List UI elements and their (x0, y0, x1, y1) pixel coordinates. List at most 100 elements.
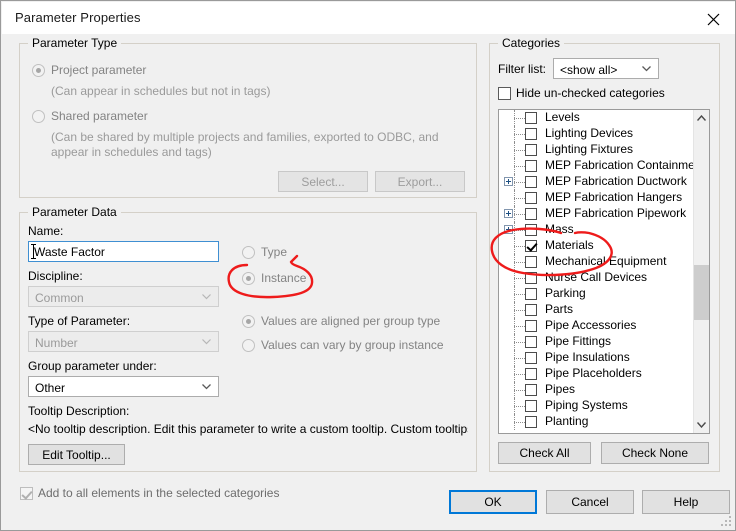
category-row[interactable]: Mass (499, 222, 695, 238)
title-bar: Parameter Properties (2, 2, 735, 34)
category-checkbox[interactable] (525, 160, 537, 172)
close-glyph (707, 13, 720, 26)
category-row[interactable]: Parking (499, 286, 695, 302)
category-row[interactable]: Lighting Devices (499, 126, 695, 142)
category-row[interactable]: Piping Systems (499, 398, 695, 414)
category-checkbox[interactable] (525, 336, 537, 348)
category-row[interactable]: MEP Fabrication Hangers (499, 190, 695, 206)
tree-connector-icon (502, 222, 525, 238)
radio-dot (242, 246, 255, 259)
cancel-button[interactable]: Cancel (546, 490, 634, 514)
category-checkbox[interactable] (525, 272, 537, 284)
categories-scrollbar[interactable] (693, 110, 709, 433)
window-title: Parameter Properties (15, 10, 141, 25)
category-checkbox[interactable] (525, 416, 537, 428)
resize-grip[interactable] (719, 514, 731, 526)
category-row[interactable]: Pipe Accessories (499, 318, 695, 334)
category-checkbox[interactable] (525, 256, 537, 268)
category-row[interactable]: Lighting Fixtures (499, 142, 695, 158)
category-checkbox[interactable] (525, 192, 537, 204)
ok-button[interactable]: OK (449, 490, 537, 514)
category-row[interactable]: Pipes (499, 382, 695, 398)
radio-project-parameter-label: Project parameter (51, 63, 147, 77)
tree-connector-icon (502, 142, 525, 158)
export-button[interactable]: Export... (375, 171, 465, 192)
tree-connector-icon (502, 382, 525, 398)
scroll-down-icon[interactable] (694, 417, 709, 433)
category-row[interactable]: Nurse Call Devices (499, 270, 695, 286)
category-checkbox[interactable] (525, 400, 537, 412)
category-checkbox[interactable] (525, 128, 537, 140)
tree-connector-icon (502, 270, 525, 286)
category-row[interactable]: Pipe Insulations (499, 350, 695, 366)
category-checkbox[interactable] (525, 240, 537, 252)
category-row[interactable]: MEP Fabrication Ductwork (499, 174, 695, 190)
tooltip-description-label: Tooltip Description: (28, 404, 130, 418)
category-label: Parts (545, 302, 574, 316)
category-row[interactable]: Materials (499, 238, 695, 254)
close-icon[interactable] (691, 2, 735, 34)
category-label: Pipe Fittings (545, 334, 612, 348)
scrollbar-thumb[interactable] (694, 265, 709, 320)
tree-connector-icon (502, 238, 525, 254)
tree-connector-icon (502, 126, 525, 142)
filter-list-value: <show all> (560, 63, 618, 77)
radio-values-vary-label: Values can vary by group instance (261, 338, 444, 352)
checkbox-box (20, 487, 33, 500)
category-checkbox[interactable] (525, 304, 537, 316)
category-label: Mechanical Equipment (545, 254, 667, 268)
filter-list-select[interactable]: <show all> (553, 58, 659, 79)
category-checkbox[interactable] (525, 224, 537, 236)
category-checkbox[interactable] (525, 352, 537, 364)
category-checkbox[interactable] (525, 368, 537, 380)
category-label: Pipes (545, 382, 576, 396)
category-checkbox[interactable] (525, 320, 537, 332)
radio-type-label: Type (261, 245, 288, 259)
expand-node-icon[interactable] (504, 209, 513, 218)
category-label: Pipe Placeholders (545, 366, 642, 380)
radio-dot (242, 315, 255, 328)
help-button[interactable]: Help (642, 490, 730, 514)
category-row[interactable]: Parts (499, 302, 695, 318)
category-row[interactable]: Mechanical Equipment (499, 254, 695, 270)
category-label: Pipe Accessories (545, 318, 637, 332)
tree-connector-icon (502, 350, 525, 366)
category-checkbox[interactable] (525, 384, 537, 396)
category-row[interactable]: Planting (499, 414, 695, 430)
filter-list-label: Filter list: (498, 62, 546, 76)
chevron-down-icon (642, 66, 651, 72)
category-row[interactable]: Pipe Fittings (499, 334, 695, 350)
expand-node-icon[interactable] (504, 177, 513, 186)
category-checkbox[interactable] (525, 144, 537, 156)
categories-legend: Categories (498, 36, 565, 50)
category-checkbox[interactable] (525, 208, 537, 220)
category-row[interactable]: MEP Fabrication Pipework (499, 206, 695, 222)
name-input[interactable]: Waste Factor (28, 241, 219, 262)
category-checkbox[interactable] (525, 288, 537, 300)
type-of-parameter-select[interactable]: Number (28, 331, 219, 352)
select-button[interactable]: Select... (278, 171, 368, 192)
group-parameter-under-value: Other (35, 381, 66, 395)
category-label: Parking (545, 286, 586, 300)
chevron-down-icon (202, 294, 211, 300)
category-row[interactable]: MEP Fabrication Containment (499, 158, 705, 174)
discipline-select[interactable]: Common (28, 286, 219, 307)
category-checkbox[interactable] (525, 112, 537, 124)
check-all-button[interactable]: Check All (498, 442, 591, 464)
tree-connector-icon (502, 334, 525, 350)
check-none-button[interactable]: Check None (601, 442, 709, 464)
category-row[interactable]: Pipe Placeholders (499, 366, 695, 382)
tree-connector-icon (502, 254, 525, 270)
scroll-up-icon[interactable] (694, 110, 709, 126)
category-checkbox[interactable] (525, 176, 537, 188)
parameter-properties-dialog: Parameter Properties Parameter Type Proj… (0, 0, 736, 531)
edit-tooltip-button[interactable]: Edit Tooltip... (28, 444, 125, 465)
tree-connector-icon (502, 206, 525, 222)
project-parameter-description: (Can appear in schedules but not in tags… (51, 84, 271, 98)
tree-connector-icon (502, 174, 525, 190)
category-row[interactable]: Levels (499, 110, 695, 126)
expand-node-icon[interactable] (504, 225, 513, 234)
group-parameter-under-select[interactable]: Other (28, 376, 219, 397)
categories-list[interactable]: Levels Lighting Devices Lighting Fixtures M… (498, 109, 710, 434)
type-of-parameter-label: Type of Parameter: (28, 314, 131, 328)
